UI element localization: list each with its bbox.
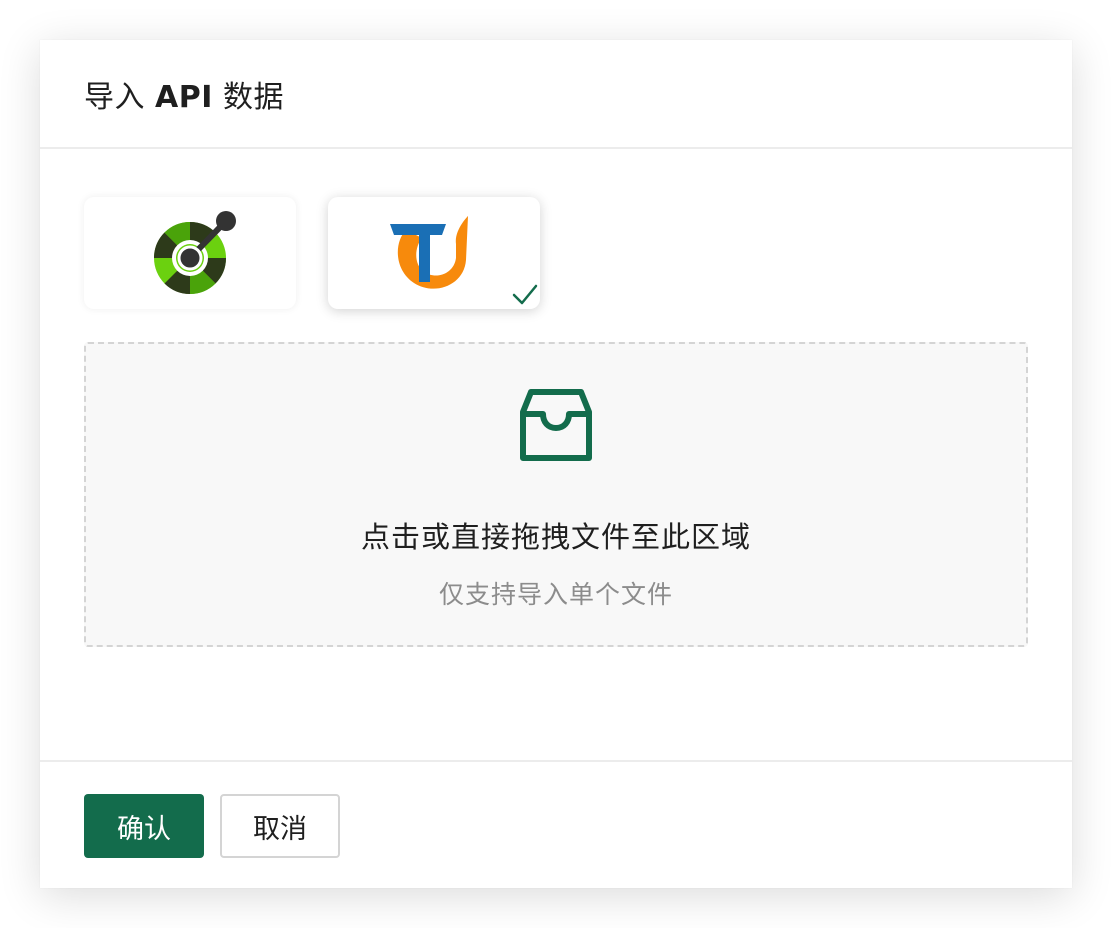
modal-title-api: API [155,79,213,115]
modal-footer: 确认 取消 [40,760,1072,888]
inbox-icon [520,389,592,461]
selected-check-icon [512,284,538,305]
modal-body: 点击或直接拖拽文件至此区域 仅支持导入单个文件 [40,149,1072,760]
upload-dropzone[interactable]: 点击或直接拖拽文件至此区域 仅支持导入单个文件 [84,342,1028,647]
torna-logo-icon [390,216,468,289]
modal-title-suffix: 数据 [222,79,284,115]
modal-header: 导入 API 数据 [40,40,1072,149]
confirm-button[interactable]: 确认 [84,794,204,858]
cancel-button[interactable]: 取消 [220,794,340,858]
openapi-logo-icon [153,211,236,295]
import-api-modal: 导入 API 数据 点击或直接拖拽文件至此区域 仅支持导入单个文件 确认 取消 [40,40,1072,888]
dropzone-hint-text: 仅支持导入单个文件 [438,580,673,609]
modal-title: 导入 API 数据 [84,72,284,116]
modal-title-prefix: 导入 [84,79,145,115]
source-card-torna[interactable] [328,197,540,309]
source-card-openapi[interactable] [84,197,296,309]
dropzone-primary-text: 点击或直接拖拽文件至此区域 [360,520,751,554]
